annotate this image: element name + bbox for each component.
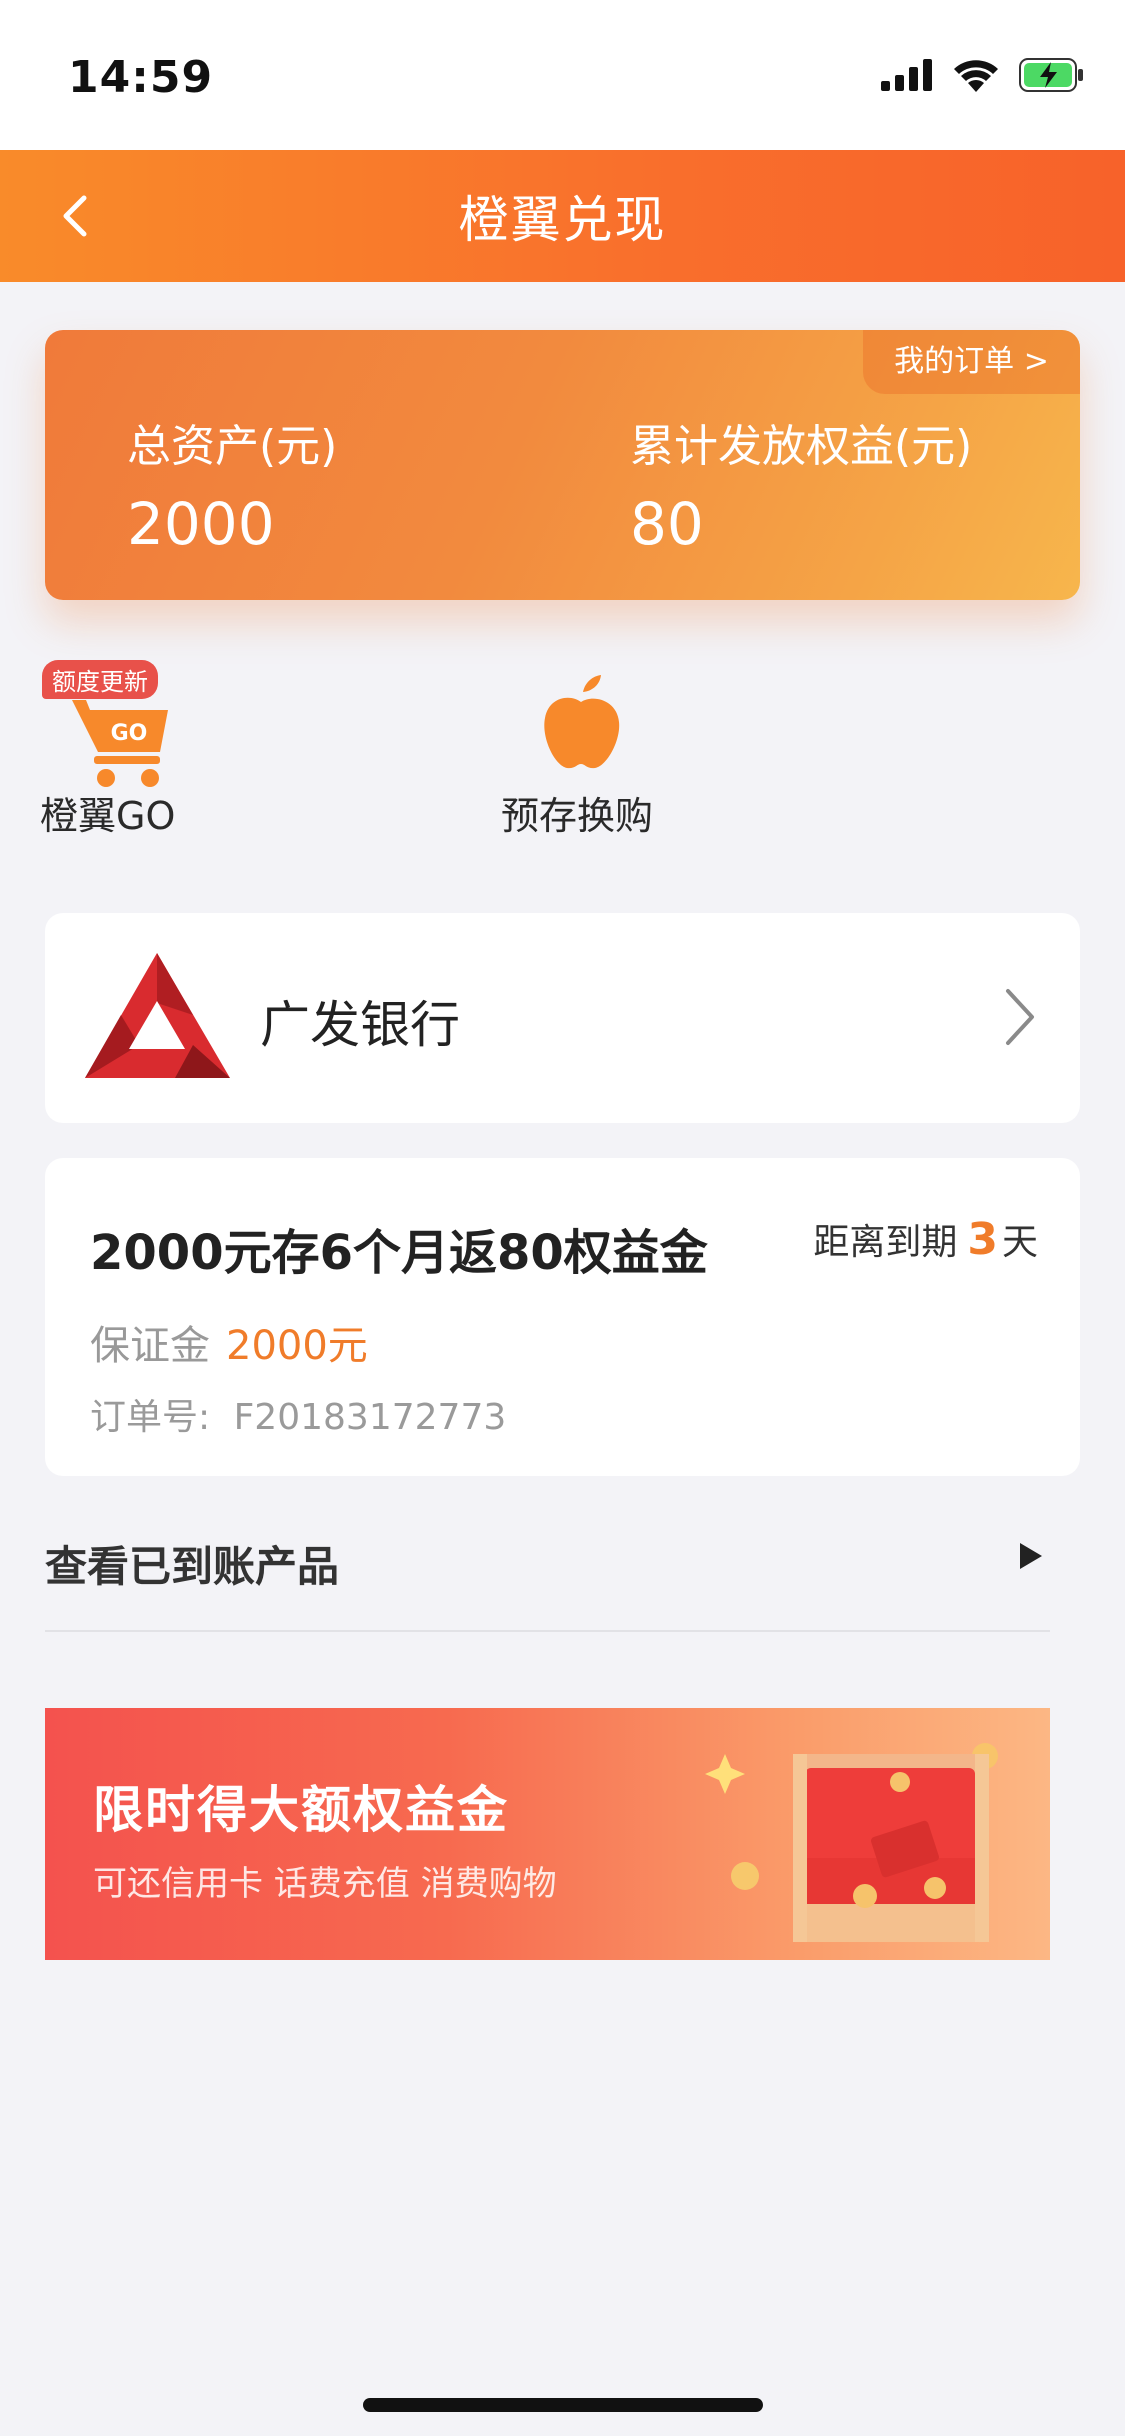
promo-title: 限时得大额权益金 (93, 1781, 509, 1839)
expiry-info: 距离到期 3 天 (813, 1213, 1038, 1265)
quick-entry-chengyi-go[interactable]: GO 额度更新 橙翼GO (38, 660, 228, 840)
treasure-chest-illustration (705, 1743, 998, 1942)
wifi-icon (954, 60, 998, 92)
triangle-right-icon (1020, 1543, 1042, 1569)
arrived-products-label: 查看已到账产品 (45, 1542, 340, 1591)
promo-banner[interactable]: 限时得大额权益金 可还信用卡 话费充值 消费购物 (45, 1708, 1050, 1960)
product-title: 2000元存6个月返80权益金 (90, 1225, 708, 1281)
benefits-value: 80 (630, 490, 704, 558)
signal-icon (881, 59, 932, 91)
status-icons (881, 58, 1085, 92)
page-title: 橙翼兑现 (458, 191, 667, 249)
total-assets-value: 2000 (127, 490, 275, 558)
chengyi-go-label: 橙翼GO (40, 794, 176, 838)
battery-charging-icon (1019, 58, 1083, 92)
order-label: 订单号: (90, 1397, 211, 1438)
expiry-days: 3 (967, 1214, 998, 1265)
my-orders-link[interactable]: 我的订单 > (863, 330, 1080, 394)
cgb-bank-logo (85, 953, 230, 1078)
shopping-cart-icon: GO (72, 700, 168, 787)
asset-summary-card: 我的订单 > 总资产(元) 2000 累计发放权益(元) 80 (45, 330, 1080, 600)
total-assets-label: 总资产(元) (127, 421, 338, 472)
prestore-exchange-label: 预存换购 (501, 794, 654, 838)
chevron-right-icon (1006, 989, 1034, 1045)
product-card[interactable]: 2000元存6个月返80权益金 距离到期 3 天 保证金 2000元 订单号: F… (45, 1158, 1080, 1476)
divider (45, 1630, 1050, 1632)
apple-icon (544, 675, 620, 769)
expiry-suffix: 天 (1001, 1222, 1038, 1263)
home-indicator (363, 2398, 763, 2412)
bank-card[interactable]: 广发银行 (45, 913, 1080, 1123)
quota-update-badge: 额度更新 (42, 660, 158, 699)
status-time: 14:59 (68, 52, 214, 103)
deposit-value: 2000元 (226, 1323, 368, 1369)
quick-entry-prestore-exchange[interactable]: 预存换购 (495, 660, 685, 840)
bank-name: 广发银行 (260, 996, 460, 1054)
cart-go-text: GO (111, 721, 148, 746)
status-bar: 14:59 (0, 0, 1125, 150)
view-arrived-products[interactable]: 查看已到账产品 (45, 1505, 1050, 1610)
promo-subtitle: 可还信用卡 话费充值 消费购物 (93, 1864, 557, 1904)
benefits-label: 累计发放权益(元) (630, 421, 973, 472)
order-number: F20183172773 (233, 1397, 507, 1438)
expiry-prefix: 距离到期 (813, 1222, 958, 1263)
order-row: 订单号: F20183172773 (90, 1388, 506, 1440)
deposit-row: 保证金 2000元 (90, 1313, 368, 1371)
deposit-label: 保证金 (90, 1323, 210, 1369)
nav-bar: 橙翼兑现 (0, 150, 1125, 282)
